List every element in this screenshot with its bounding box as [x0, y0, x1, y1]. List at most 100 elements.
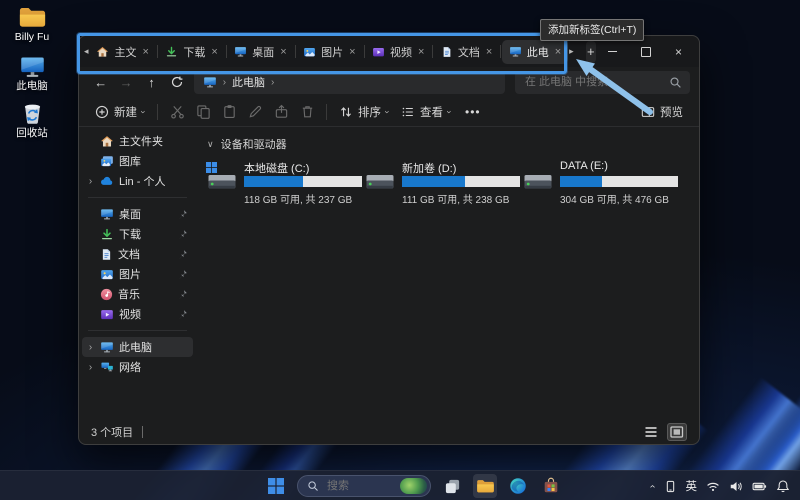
- sidebar-item-onedrive[interactable]: › Lin - 个人: [82, 171, 193, 191]
- ime-indicator[interactable]: 英: [686, 478, 698, 494]
- tray-device-icon[interactable]: [664, 480, 677, 493]
- chevron-right-icon: ›: [222, 76, 227, 88]
- drive-item-e[interactable]: DATA (E:) 304 GB 可用, 共 476 GB: [523, 160, 681, 206]
- preview-button[interactable]: 预览: [635, 100, 689, 124]
- sidebar-item-home[interactable]: 主文件夹: [82, 131, 193, 151]
- paste-icon: [222, 104, 237, 119]
- pin-icon: [178, 269, 188, 279]
- sort-button[interactable]: 排序 ›: [333, 100, 395, 124]
- desktop-icon-label: 回收站: [16, 127, 48, 139]
- command-toolbar: 新建 › 排序 › 查看 › ••• 预览: [79, 97, 699, 127]
- wifi-icon[interactable]: [706, 481, 720, 492]
- tab-close-icon[interactable]: ×: [211, 46, 217, 58]
- forward-button[interactable]: →: [113, 70, 138, 94]
- drive-capacity: 304 GB 可用, 共 476 GB: [560, 195, 669, 206]
- capacity-bar: [402, 176, 520, 187]
- start-button[interactable]: [264, 474, 288, 498]
- sidebar-item-label: 此电脑: [119, 342, 152, 354]
- tab-close-icon[interactable]: ×: [418, 46, 424, 58]
- search-box[interactable]: [515, 70, 690, 94]
- chevron-expand-icon[interactable]: ›: [86, 342, 95, 353]
- sidebar-item-label: 音乐: [118, 289, 140, 301]
- maximize-button[interactable]: [629, 39, 662, 65]
- sidebar-item-label: 主文件夹: [119, 136, 163, 148]
- desktop-icon-billy-fu[interactable]: Billy Fu: [1, 5, 63, 43]
- onedrive-cloud-icon: [100, 176, 114, 187]
- back-button[interactable]: ←: [88, 70, 113, 94]
- tab-scroll-right-icon[interactable]: ▸: [568, 47, 574, 57]
- chevron-right-icon[interactable]: ›: [271, 77, 274, 88]
- tab-close-icon[interactable]: ×: [142, 46, 148, 58]
- share-icon: [274, 104, 289, 119]
- search-input[interactable]: [523, 75, 669, 89]
- sidebar-item-desktop[interactable]: 桌面: [82, 204, 193, 224]
- paste-button[interactable]: [216, 100, 242, 124]
- volume-icon[interactable]: [729, 480, 743, 493]
- tab-close-icon[interactable]: ×: [555, 46, 561, 58]
- minimize-button[interactable]: [596, 39, 629, 65]
- copy-button[interactable]: [190, 100, 216, 124]
- details-view-button[interactable]: [641, 423, 661, 441]
- network-icon: [100, 361, 114, 373]
- sidebar-item-downloads[interactable]: 下载: [82, 224, 193, 244]
- view-toggle-group: [641, 423, 687, 441]
- tab-close-icon[interactable]: ×: [349, 46, 355, 58]
- tab-label: 下载: [183, 46, 206, 59]
- tab-downloads[interactable]: 下载 ×: [158, 40, 224, 64]
- system-tray: › 英: [647, 471, 790, 500]
- chevron-expand-icon[interactable]: ›: [86, 176, 95, 187]
- sidebar-item-gallery[interactable]: 图库: [82, 151, 193, 171]
- close-button[interactable]: ×: [662, 39, 695, 65]
- tab-this-pc-active[interactable]: 此电 ×: [501, 39, 569, 64]
- up-button[interactable]: ↑: [139, 70, 164, 94]
- file-explorer-taskbar-button[interactable]: [473, 474, 497, 498]
- tab-home[interactable]: 主文 ×: [89, 40, 155, 64]
- capacity-bar-fill: [244, 176, 303, 187]
- sidebar-item-pictures[interactable]: 图片: [82, 264, 193, 284]
- refresh-button[interactable]: [164, 70, 189, 94]
- taskbar-search-input[interactable]: [325, 479, 394, 493]
- tab-documents[interactable]: 文档 ×: [434, 40, 499, 64]
- tab-close-icon[interactable]: ×: [280, 46, 286, 58]
- tab-close-icon[interactable]: ×: [486, 46, 492, 58]
- chevron-down-icon[interactable]: ∨: [207, 139, 214, 150]
- folder-icon: [476, 478, 495, 494]
- sidebar-item-music[interactable]: 音乐: [82, 284, 193, 304]
- chevron-expand-icon[interactable]: ›: [86, 362, 95, 373]
- sidebar-item-network[interactable]: › 网络: [82, 357, 193, 377]
- rename-button[interactable]: [242, 100, 268, 124]
- battery-icon[interactable]: [752, 481, 767, 492]
- tab-videos[interactable]: 视频 ×: [365, 40, 431, 64]
- large-icons-view-button[interactable]: [667, 423, 687, 441]
- search-highlight-image[interactable]: [400, 478, 427, 494]
- sidebar-item-documents[interactable]: 文档: [82, 244, 193, 264]
- delete-button[interactable]: [294, 100, 320, 124]
- section-devices-and-drives[interactable]: ∨ 设备和驱动器: [207, 135, 699, 153]
- sidebar-item-label: 图片: [119, 269, 141, 281]
- drive-item-d[interactable]: 新加卷 (D:) 111 GB 可用, 共 238 GB: [365, 160, 523, 206]
- sidebar-item-videos[interactable]: 视频: [82, 304, 193, 324]
- new-button[interactable]: 新建 ›: [89, 100, 151, 124]
- new-tab-button[interactable]: +: [585, 40, 597, 63]
- hidden-icons-chevron[interactable]: ›: [647, 484, 658, 487]
- task-view-button[interactable]: [440, 474, 464, 498]
- share-button[interactable]: [268, 100, 294, 124]
- taskbar-search[interactable]: [297, 475, 431, 497]
- tab-pictures[interactable]: 图片 ×: [296, 40, 362, 64]
- cut-button[interactable]: [164, 100, 190, 124]
- desktop-icon-recycle-bin[interactable]: 回收站: [1, 100, 63, 139]
- microsoft-store-button[interactable]: [539, 474, 563, 498]
- desktop-icon-this-pc[interactable]: 此电脑: [1, 55, 63, 92]
- view-button[interactable]: 查看 ›: [395, 100, 457, 124]
- more-options-button[interactable]: •••: [457, 105, 489, 119]
- tab-desktop[interactable]: 桌面 ×: [227, 40, 293, 64]
- breadcrumb-this-pc[interactable]: 此电脑: [232, 74, 265, 90]
- chevron-down-icon: ›: [444, 110, 455, 113]
- edge-browser-button[interactable]: [506, 474, 530, 498]
- sidebar-item-label: 文档: [118, 249, 140, 261]
- taskbar: › 英: [0, 470, 800, 500]
- notifications-bell-icon[interactable]: [776, 479, 790, 493]
- sidebar-item-this-pc[interactable]: › 此电脑: [82, 337, 193, 357]
- breadcrumb[interactable]: › 此电脑 ›: [193, 70, 505, 94]
- drive-item-c[interactable]: 本地磁盘 (C:) 118 GB 可用, 共 237 GB: [207, 160, 365, 206]
